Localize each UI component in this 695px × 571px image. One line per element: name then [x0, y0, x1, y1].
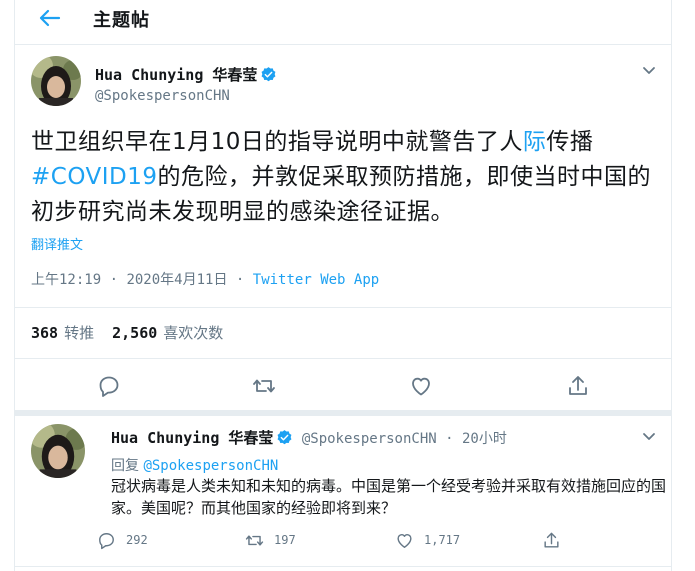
back-arrow-icon[interactable] [37, 8, 61, 28]
reply-icon [99, 532, 114, 549]
tweet-text-part: 传播 [546, 129, 594, 155]
reply-time[interactable]: 20小时 [462, 431, 507, 447]
chevron-down-icon[interactable] [641, 62, 657, 78]
page-header: 主题帖 [15, 0, 671, 40]
retweets-label[interactable]: 转推 [64, 324, 94, 342]
reply-header: Hua Chunying 华春莹 @SpokespersonCHN · 20小时 [111, 429, 507, 447]
reply-avatar[interactable] [31, 424, 85, 478]
translate-tweet-link[interactable]: 翻译推文 [31, 234, 83, 253]
share-icon[interactable] [566, 374, 590, 398]
author-handle[interactable]: @SpokespersonCHN [95, 88, 230, 104]
replying-label: 回复 [111, 458, 139, 474]
tweet-text-part: 世卫组织早在1月10日的指导说明中就警告了人 [31, 129, 523, 155]
replying-handle-link[interactable]: @SpokespersonCHN [143, 458, 278, 474]
verified-badge-icon [276, 429, 293, 446]
avatar[interactable] [31, 56, 81, 106]
verified-badge-icon [260, 66, 277, 83]
timeline-column: 主题帖 Hua Chunying 华春莹 @SpokespersonCHN 世卫… [14, 0, 672, 571]
header-divider [15, 44, 671, 45]
reply-author-handle[interactable]: @SpokespersonCHN [302, 431, 437, 447]
retweet-icon [245, 534, 264, 546]
author-name-text: Hua Chunying 华春莹 [95, 66, 258, 84]
author-name[interactable]: Hua Chunying 华春莹 [95, 64, 277, 85]
tweet-text: 世卫组织早在1月10日的指导说明中就警告了人际传播#COVID19的危险，并敦促… [31, 125, 661, 230]
reply-divider [15, 566, 671, 567]
like-count: 1,717 [424, 533, 461, 547]
chevron-down-icon[interactable] [641, 428, 657, 444]
tweet-time[interactable]: 上午12:19 [31, 272, 101, 288]
retweets-count[interactable]: 368 [31, 324, 58, 342]
retweet-button[interactable]: 197 [245, 530, 296, 550]
hashtag-link[interactable]: #COVID19 [31, 164, 158, 190]
tweet-text-link[interactable]: 际 [523, 129, 547, 155]
page-title: 主题帖 [93, 10, 150, 31]
reply-icon[interactable] [97, 374, 121, 398]
retweet-count: 197 [274, 533, 296, 547]
share-button[interactable] [542, 530, 571, 550]
tweet-source-link[interactable]: Twitter Web App [253, 272, 379, 288]
section-divider [15, 410, 671, 416]
tweet-stats: 368 转推 2,560 喜欢次数 [31, 322, 241, 343]
share-icon [544, 532, 559, 548]
stats-divider [15, 358, 671, 359]
likes-count[interactable]: 2,560 [112, 324, 157, 342]
like-button[interactable]: 1,717 [395, 530, 460, 550]
replying-to: 回复 @SpokespersonCHN [111, 455, 278, 475]
reply-author-name[interactable]: Hua Chunying 华春莹 [111, 429, 273, 447]
reply-button[interactable]: 292 [97, 530, 148, 550]
like-icon [397, 533, 412, 548]
like-icon[interactable] [409, 374, 433, 398]
likes-label[interactable]: 喜欢次数 [163, 324, 223, 342]
reply-tweet-text: 冠状病毒是人类未知和未知的病毒。中国是第一个经受考验并采取有效措施回应的国家。美… [111, 477, 667, 517]
retweet-icon[interactable] [252, 374, 276, 398]
tweet-date[interactable]: 2020年4月11日 [126, 272, 227, 288]
meta-divider [15, 307, 671, 308]
reply-count: 292 [126, 533, 148, 547]
tweet-meta: 上午12:19 · 2020年4月11日 · Twitter Web App [31, 272, 380, 288]
